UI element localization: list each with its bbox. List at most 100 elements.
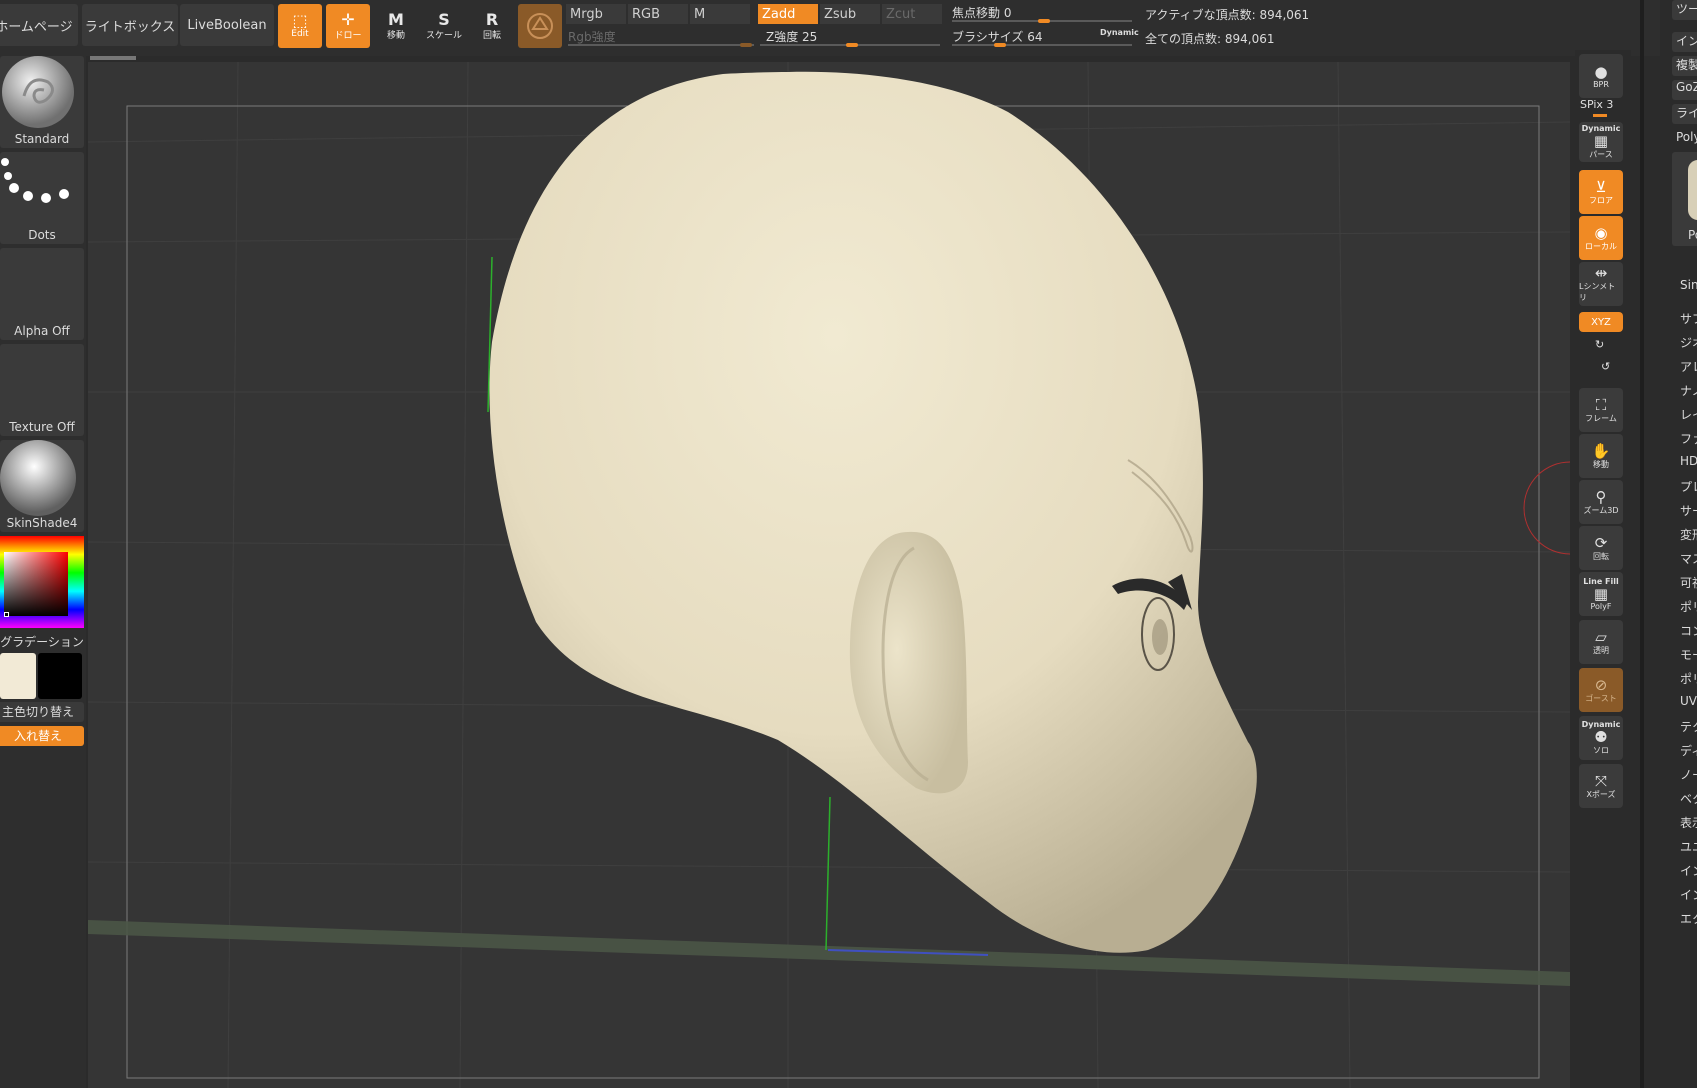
zadd-toggle[interactable]: Zadd <box>758 4 818 24</box>
menu-item[interactable]: 変形 <box>1680 526 1697 543</box>
palette-box-3[interactable]: GoZ <box>1672 80 1697 100</box>
home-button[interactable]: ホームページ <box>0 4 78 46</box>
stroke-selector[interactable]: Dots <box>0 152 84 244</box>
menu-item[interactable]: テク <box>1680 718 1697 735</box>
menu-item[interactable]: イン <box>1680 886 1697 903</box>
color-cursor[interactable] <box>4 612 9 617</box>
menu-item[interactable]: イン <box>1680 862 1697 879</box>
zcut-toggle[interactable]: Zcut <box>882 4 942 24</box>
document-canvas[interactable] <box>88 62 1570 1088</box>
menu-item[interactable]: アレ <box>1680 358 1697 375</box>
menu-item[interactable]: 可視 <box>1680 574 1697 591</box>
menu-item[interactable]: ファ <box>1680 430 1697 447</box>
local-symmetry-button[interactable]: ⇹ Lシンメトリ <box>1579 262 1623 306</box>
tool-thumbnail[interactable]: Po <box>1672 152 1697 246</box>
panel-splitter[interactable] <box>1640 0 1644 1088</box>
transparency-button[interactable]: ▱ 透明 <box>1579 620 1623 664</box>
switch-color-button[interactable]: 主色切り替え <box>0 702 84 722</box>
menu-item[interactable]: ナノ <box>1680 382 1697 399</box>
palette-box-2[interactable]: 複製 <box>1672 56 1697 76</box>
bpr-button[interactable]: ● BPR <box>1579 54 1623 98</box>
z-intensity-knob[interactable] <box>846 43 858 47</box>
menu-item[interactable]: ベク <box>1680 790 1697 807</box>
secondary-color-swatch[interactable] <box>38 653 82 699</box>
menu-item[interactable]: サー <box>1680 502 1697 519</box>
menu-item[interactable]: ポリ <box>1680 670 1697 687</box>
rotate-y-icon[interactable]: ↻ <box>1595 338 1604 351</box>
brush-selector[interactable]: Standard <box>0 56 84 148</box>
edit-label: Edit <box>291 29 309 39</box>
rotate-view-button[interactable]: ⟳ 回転 <box>1579 526 1623 570</box>
rgb-toggle[interactable]: RGB <box>628 4 688 24</box>
menu-item[interactable]: ノー <box>1680 766 1697 783</box>
polyframe-grid-icon: ▦ <box>1593 585 1609 603</box>
menu-item[interactable]: ディ <box>1680 742 1697 759</box>
menu-item[interactable]: エク <box>1680 910 1697 927</box>
mrgb-toggle[interactable]: Mrgb <box>566 4 626 24</box>
edit-button[interactable]: ⬚ Edit <box>278 4 322 48</box>
solo-icon: ⚉ <box>1594 728 1608 746</box>
palette-box-5[interactable]: Poly <box>1676 130 1697 144</box>
tool-thumbnail-label: Po <box>1688 228 1697 242</box>
texture-selector[interactable]: Texture Off <box>0 344 84 436</box>
transp-label: 透明 <box>1593 645 1609 655</box>
menu-item[interactable]: 表示 <box>1680 814 1697 831</box>
brush-size-slider[interactable] <box>952 44 1132 46</box>
perspective-button[interactable]: Dynamic ▦ パース <box>1579 122 1623 162</box>
zoom3d-button[interactable]: ⚲ ズーム3D <box>1579 480 1623 524</box>
menu-item[interactable]: モー <box>1680 646 1697 663</box>
draw-button[interactable]: ✛ ドロー <box>326 4 370 48</box>
palette-box-0[interactable]: ツー <box>1672 0 1697 20</box>
rotate-icon: R <box>485 9 499 29</box>
ghost-button[interactable]: ⊘ ゴースト <box>1579 668 1623 712</box>
rotate-label: 回転 <box>482 30 501 41</box>
frame-icon: ⛶ <box>1595 395 1607 414</box>
xpose-button[interactable]: ⤧ Xポーズ <box>1579 764 1623 808</box>
swap-color-button[interactable]: 入れ替え <box>0 726 84 746</box>
material-selector[interactable]: SkinShade4 <box>0 440 84 532</box>
lightbox-button[interactable]: ライトボックス <box>82 4 178 46</box>
menu-item[interactable]: サブ <box>1680 310 1697 327</box>
green-axis-line-bottom <box>825 796 831 951</box>
rotate-button[interactable]: R 回転 <box>470 4 514 48</box>
m-toggle[interactable]: M <box>690 4 750 24</box>
saturation-square[interactable] <box>4 552 68 616</box>
menu-item[interactable]: HD <box>1680 454 1697 468</box>
frame-button[interactable]: ⛶ フレーム <box>1579 388 1623 432</box>
zsub-toggle[interactable]: Zsub <box>820 4 880 24</box>
ghost-label: ゴースト <box>1585 693 1617 703</box>
menu-item[interactable]: UV <box>1680 694 1697 708</box>
xyz-button[interactable]: XYZ <box>1579 312 1623 332</box>
material-sphere-button[interactable] <box>518 4 562 48</box>
liveboolean-button[interactable]: LiveBoolean <box>180 4 274 46</box>
rgb-intensity-knob[interactable] <box>740 43 752 47</box>
rgb-intensity-slider[interactable] <box>568 44 754 46</box>
brush-size-knob[interactable] <box>994 43 1006 47</box>
palette-box-1[interactable]: イン <box>1672 32 1697 52</box>
rotation-gizmo[interactable] <box>1523 461 1570 555</box>
menu-item[interactable]: ユニ <box>1680 838 1697 855</box>
menu-item[interactable]: ポリ <box>1680 598 1697 615</box>
local-label: ローカル <box>1585 241 1617 251</box>
local-icon: ◉ <box>1594 223 1608 242</box>
local-button[interactable]: ◉ ローカル <box>1579 216 1623 260</box>
move-view-button[interactable]: ✋ 移動 <box>1579 434 1623 478</box>
scale-button[interactable]: S スケール <box>422 4 466 48</box>
menu-item[interactable]: プレ <box>1680 478 1697 495</box>
floor-button[interactable]: ⊻ フロア <box>1579 170 1623 214</box>
menu-item[interactable]: マス <box>1680 550 1697 567</box>
solo-button[interactable]: Dynamic ⚉ ソロ <box>1579 716 1623 760</box>
color-picker[interactable] <box>0 536 84 628</box>
dynamic-label: Dynamic <box>1100 28 1139 37</box>
polyframe-button[interactable]: Line Fill ▦ PolyF <box>1579 572 1623 616</box>
alpha-selector[interactable]: Alpha Off <box>0 248 84 340</box>
rotate-z-icon[interactable]: ↺ <box>1601 360 1610 373</box>
main-color-swatch[interactable] <box>0 653 36 699</box>
palette-box-4[interactable]: ライ <box>1672 104 1697 124</box>
menu-item[interactable]: レイ <box>1680 406 1697 423</box>
menu-item[interactable]: ジオ <box>1680 334 1697 351</box>
menu-item[interactable]: コン <box>1680 622 1697 639</box>
move-button[interactable]: M 移動 <box>374 4 418 48</box>
spix-slider-knob[interactable] <box>1593 114 1607 117</box>
focal-shift-knob[interactable] <box>1038 19 1050 23</box>
